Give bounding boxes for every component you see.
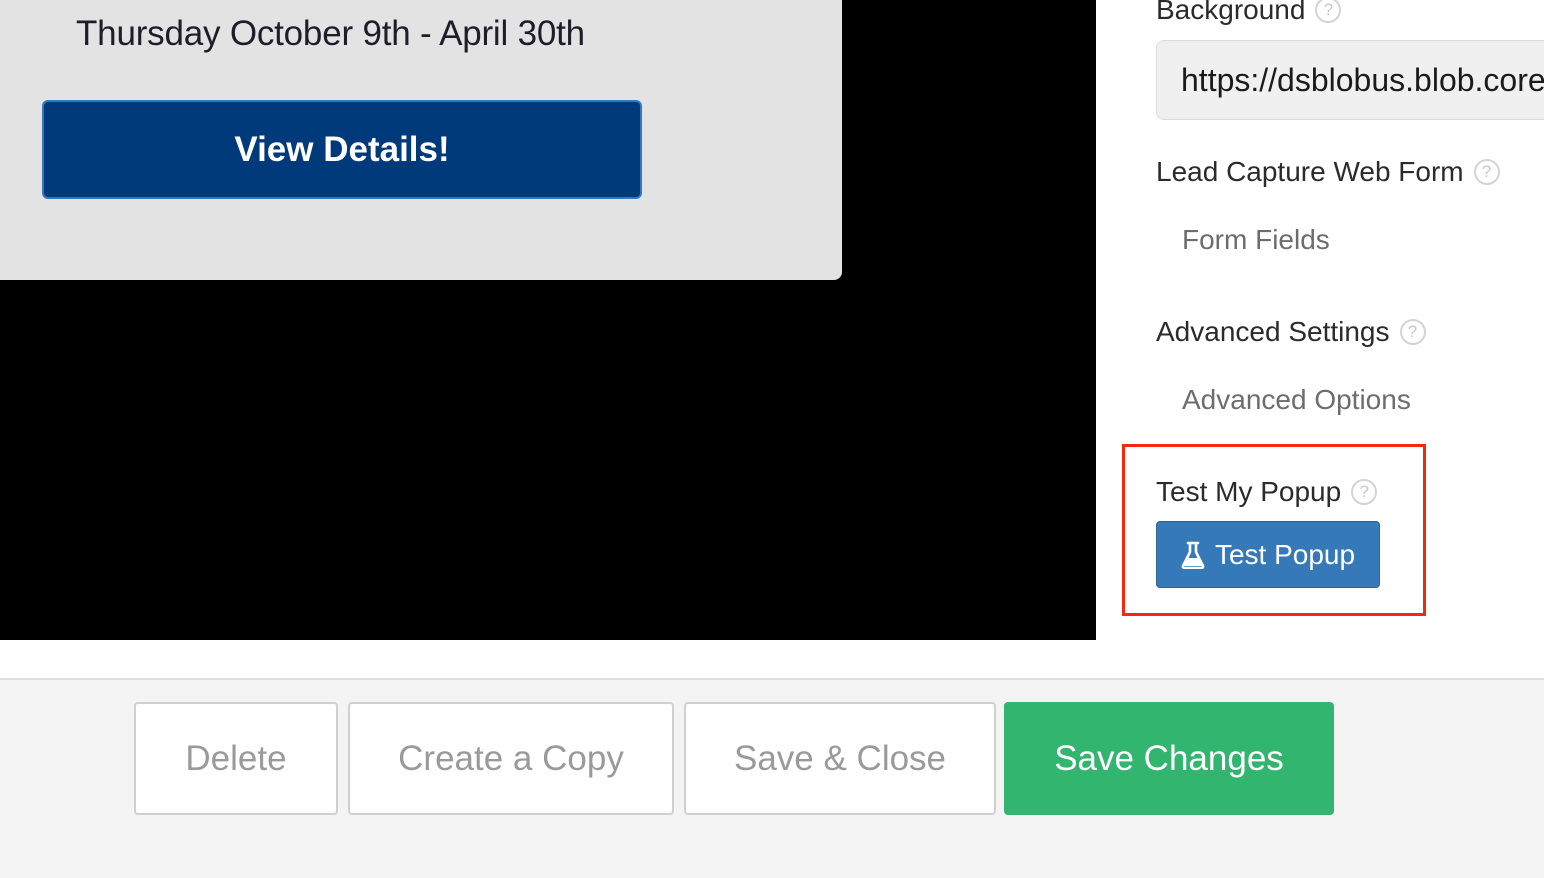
popup-card: Thursday October 9th - April 30th View D… <box>0 0 842 280</box>
background-label-text: Background <box>1156 0 1306 25</box>
lead-capture-label-text: Lead Capture Web Form <box>1156 156 1464 187</box>
popup-preview: Thursday October 9th - April 30th View D… <box>0 0 1096 640</box>
test-popup-button[interactable]: Test Popup <box>1156 521 1380 588</box>
advanced-options-link[interactable]: Advanced Options <box>1182 384 1411 416</box>
create-copy-button[interactable]: Create a Copy <box>348 702 674 815</box>
flask-icon <box>1181 541 1205 569</box>
help-icon[interactable]: ? <box>1399 319 1426 345</box>
save-close-button[interactable]: Save & Close <box>684 702 996 815</box>
form-fields-link[interactable]: Form Fields <box>1182 224 1330 256</box>
advanced-settings-label-text: Advanced Settings <box>1156 316 1390 347</box>
delete-button[interactable]: Delete <box>134 702 338 815</box>
background-url-input[interactable]: https://dsblobus.blob.core <box>1156 40 1544 120</box>
background-label: Background ? <box>1156 0 1342 26</box>
test-popup-label: Test Popup <box>1214 538 1356 570</box>
help-icon[interactable]: ? <box>1315 0 1342 23</box>
view-details-button[interactable]: View Details! <box>42 100 642 199</box>
advanced-settings-label: Advanced Settings ? <box>1156 316 1426 348</box>
lead-capture-label: Lead Capture Web Form ? <box>1156 156 1500 188</box>
footer-toolbar: Delete Create a Copy Save & Close Save C… <box>0 678 1544 878</box>
save-changes-button[interactable]: Save Changes <box>1004 702 1334 815</box>
popup-date-text: Thursday October 9th - April 30th <box>76 14 585 53</box>
help-icon[interactable]: ? <box>1473 159 1500 185</box>
